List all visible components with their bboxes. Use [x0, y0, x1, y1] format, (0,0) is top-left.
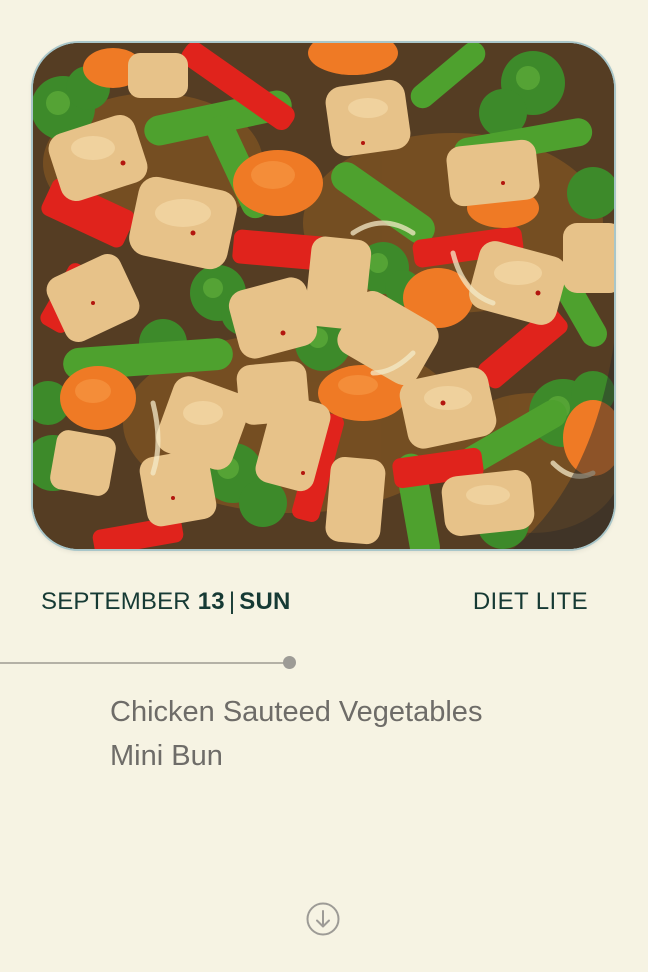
date-separator: |: [228, 588, 236, 615]
meal-item: Chicken Sauteed Vegetables: [110, 696, 483, 728]
arrow-down-circle-icon[interactable]: [306, 902, 340, 936]
plan-name: DIET LITE: [472, 588, 588, 615]
meal-items-list: Chicken Sauteed Vegetables Mini Bun: [110, 690, 482, 778]
date-day: 13: [197, 588, 225, 615]
meal-item: Mini Bun: [110, 740, 223, 772]
divider-line: [0, 662, 290, 664]
meal-photo: [33, 43, 614, 549]
date-weekday: SUN: [239, 588, 291, 615]
date-month: SEPTEMBER: [41, 588, 191, 615]
stir-fry-illustration: [33, 43, 614, 549]
date-label: SEPTEMBER 13 | SUN: [41, 588, 291, 616]
divider-dot: [283, 656, 296, 669]
